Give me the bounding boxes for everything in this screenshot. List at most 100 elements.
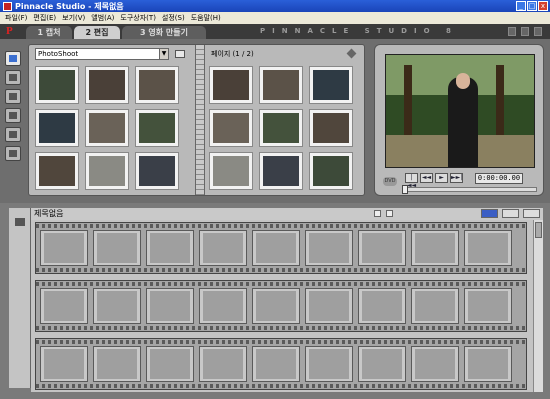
storyboard-slot[interactable] <box>146 288 194 324</box>
movie-title: 제목없음 <box>34 209 64 218</box>
storyboard-slot[interactable] <box>252 288 300 324</box>
storyboard-slot[interactable] <box>464 346 512 382</box>
pinnacle-logo: P <box>6 25 13 37</box>
folder-icon[interactable] <box>175 50 185 58</box>
tab-capture[interactable]: 1 캡처 <box>26 26 72 39</box>
movie-header: 제목없음 <box>31 208 543 220</box>
sound-effects-tab[interactable] <box>5 146 21 161</box>
close-button[interactable]: x <box>538 1 548 11</box>
titles-tab[interactable] <box>5 89 21 104</box>
storyboard-slot[interactable] <box>199 288 247 324</box>
photos-tab[interactable] <box>5 108 21 123</box>
scene-thumbnail[interactable] <box>209 109 253 147</box>
delete-icon[interactable] <box>386 210 393 217</box>
video-scenes-tab[interactable] <box>5 51 21 66</box>
scene-image <box>89 113 125 143</box>
storyboard-slot[interactable] <box>93 288 141 324</box>
storyboard-slot[interactable] <box>146 230 194 266</box>
go-to-start-button[interactable]: |◄◄ <box>405 173 418 189</box>
scene-thumbnail[interactable] <box>85 152 129 190</box>
page-divider <box>195 45 205 195</box>
play-button[interactable]: ► <box>435 173 448 183</box>
storyboard-view-button[interactable] <box>481 209 498 218</box>
source-select[interactable]: PhotoShoot ▼ <box>35 48 169 60</box>
timecode-display[interactable]: 0:00:00.00 <box>475 173 523 184</box>
storyboard-slot[interactable] <box>40 346 88 382</box>
maximize-button[interactable]: □ <box>527 1 537 11</box>
storyboard-slot[interactable] <box>305 230 353 266</box>
storyboard-slot[interactable] <box>305 288 353 324</box>
mode-nav: P 1 캡처 2 편집 3 영화 만들기 PINNACLE STUDIO 8 <box>0 24 550 39</box>
disc-menus-tab[interactable] <box>5 127 21 142</box>
storyboard-slot[interactable] <box>40 288 88 324</box>
storyboard-slot[interactable] <box>411 288 459 324</box>
scene-image <box>39 70 75 100</box>
left-thumb-grid <box>35 66 191 190</box>
redo-icon[interactable] <box>521 27 529 36</box>
rewind-button[interactable]: ◄◄ <box>420 173 433 183</box>
tab-edit[interactable]: 2 편집 <box>74 26 120 39</box>
storyboard-slot[interactable] <box>358 346 406 382</box>
timeline-view-button[interactable] <box>502 209 519 218</box>
scene-thumbnail[interactable] <box>35 109 79 147</box>
storyboard-slot[interactable] <box>252 230 300 266</box>
minimize-button[interactable]: _ <box>516 1 526 11</box>
scene-image <box>213 113 249 143</box>
scene-thumbnail[interactable] <box>85 109 129 147</box>
storyboard-scrollbar[interactable] <box>533 220 543 392</box>
menu-settings[interactable]: 설정(S) <box>159 13 188 23</box>
scene-thumbnail[interactable] <box>135 66 179 104</box>
undo-icon[interactable] <box>508 27 516 36</box>
storyboard-slot[interactable] <box>199 230 247 266</box>
menu-file[interactable]: 파일(F) <box>2 13 30 23</box>
menu-album[interactable]: 앨범(A) <box>88 13 117 23</box>
split-icon[interactable] <box>374 210 381 217</box>
storyboard-slot[interactable] <box>252 346 300 382</box>
storyboard-slot[interactable] <box>40 230 88 266</box>
storyboard-slot[interactable] <box>305 346 353 382</box>
storyboard-slot[interactable] <box>146 346 194 382</box>
scene-image <box>313 113 349 143</box>
storyboard-slot[interactable] <box>358 288 406 324</box>
storyboard-slot[interactable] <box>93 230 141 266</box>
scene-thumbnail[interactable] <box>35 152 79 190</box>
storyboard-slot[interactable] <box>464 288 512 324</box>
scene-thumbnail[interactable] <box>35 66 79 104</box>
dvd-toggle-button[interactable]: DVD <box>383 177 397 186</box>
storyboard-slot[interactable] <box>93 346 141 382</box>
scene-image <box>263 113 299 143</box>
menu-toolbox[interactable]: 도구상자(T) <box>117 13 159 23</box>
text-view-button[interactable] <box>523 209 540 218</box>
help-icon[interactable] <box>534 27 542 36</box>
storyboard-slot[interactable] <box>358 230 406 266</box>
storyboard-slot[interactable] <box>199 346 247 382</box>
menu-help[interactable]: 도움말(H) <box>188 13 224 23</box>
speaker-icon[interactable] <box>15 218 25 226</box>
scrubber-handle[interactable] <box>402 185 408 194</box>
storyboard-slot[interactable] <box>464 230 512 266</box>
scene-thumbnail[interactable] <box>259 109 303 147</box>
storyboard-slot[interactable] <box>411 346 459 382</box>
scrubber-track[interactable] <box>403 187 537 192</box>
scene-thumbnail[interactable] <box>309 152 353 190</box>
storyboard-slot[interactable] <box>411 230 459 266</box>
storyboard-strip <box>35 222 527 274</box>
scene-thumbnail[interactable] <box>309 66 353 104</box>
scene-thumbnail[interactable] <box>209 66 253 104</box>
scene-thumbnail[interactable] <box>135 109 179 147</box>
scene-image <box>213 156 249 186</box>
menu-view[interactable]: 보기(V) <box>59 13 88 23</box>
scene-thumbnail[interactable] <box>135 152 179 190</box>
transitions-tab[interactable] <box>5 70 21 85</box>
fast-forward-button[interactable]: ►►| <box>450 173 463 183</box>
scene-thumbnail[interactable] <box>259 152 303 190</box>
scrollbar-thumb[interactable] <box>535 222 542 238</box>
scene-thumbnail[interactable] <box>85 66 129 104</box>
scene-thumbnail[interactable] <box>209 152 253 190</box>
scene-thumbnail[interactable] <box>309 109 353 147</box>
transition-icon <box>9 74 17 81</box>
scene-thumbnail[interactable] <box>259 66 303 104</box>
chevron-down-icon[interactable]: ▼ <box>159 49 168 59</box>
tab-make-movie[interactable]: 3 영화 만들기 <box>122 26 206 39</box>
menu-edit[interactable]: 편집(E) <box>30 13 59 23</box>
